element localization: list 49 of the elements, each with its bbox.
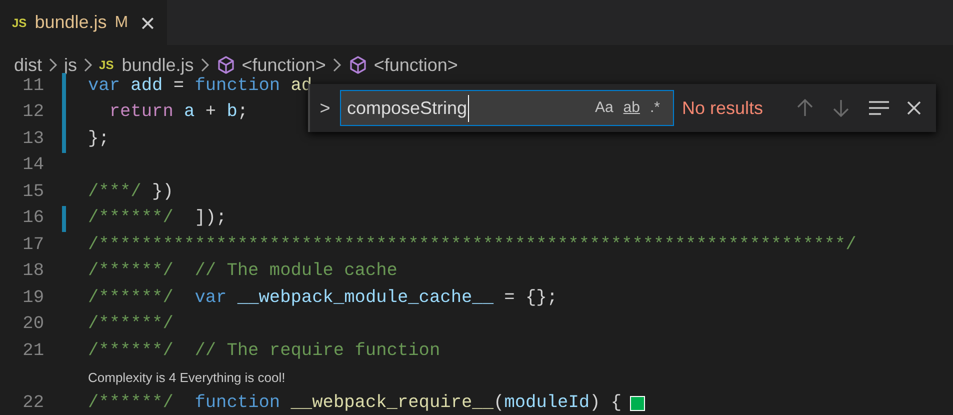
code-line: return a + b; — [108, 101, 248, 124]
find-option-button[interactable]: Aa — [590, 96, 618, 120]
line-number: 21 — [22, 340, 44, 363]
code-line: /******/ — [88, 313, 174, 336]
find-option-button[interactable]: ab — [618, 96, 645, 120]
code-line: /******/ // The require function — [88, 340, 440, 363]
tab-label: bundle.js — [34, 11, 107, 34]
find-input[interactable]: composeString Aa ab .* — [340, 90, 674, 126]
chevron-icon — [48, 58, 58, 72]
codelens-text[interactable]: Complexity is 4 Everything is cool! — [88, 368, 286, 388]
code-line: /******/ function __webpack_require__(moduleId) { — [88, 392, 622, 415]
line-number: 18 — [22, 260, 44, 284]
editor-tab[interactable]: JS bundle.js M × — [0, 0, 168, 45]
line-number: 19 — [22, 286, 44, 310]
line-number: 22 — [22, 392, 44, 415]
line-number: 14 — [22, 154, 44, 178]
close-button[interactable]: × — [140, 10, 156, 36]
code-line: /******/ // The module cache — [88, 260, 398, 284]
chevron-icon — [332, 58, 342, 72]
chevron-icon — [83, 58, 94, 72]
breadcrumb-item[interactable]: bundle.js — [122, 52, 194, 78]
toggle-replace-button[interactable]: > — [310, 94, 340, 122]
code-line: /******/ ]); — [88, 207, 227, 230]
arrow-down-icon[interactable] — [832, 98, 850, 118]
code-line: /***/ }) — [88, 180, 174, 204]
js-file-icon: JS — [99, 56, 114, 74]
line-number: 20 — [22, 313, 44, 336]
cube-icon — [348, 55, 368, 75]
line-number: 17 — [22, 234, 44, 257]
line-number: 16 — [22, 207, 44, 230]
modified-status: M — [114, 12, 128, 32]
code-line: }; — [88, 128, 110, 151]
lines-icon[interactable] — [868, 100, 890, 116]
find-input-value: composeString — [347, 94, 470, 122]
cube-icon — [216, 55, 236, 75]
chevron-icon — [200, 58, 210, 72]
breadcrumb-item[interactable]: <function> — [242, 52, 326, 78]
line-number: 13 — [22, 128, 44, 151]
arrow-up-icon[interactable] — [796, 98, 814, 118]
code-line: /******/ var __webpack_module_cache__ = {}; — [88, 286, 558, 310]
line-number: 12 — [22, 101, 44, 124]
line-number: 15 — [22, 180, 44, 204]
find-option-button[interactable]: .* — [644, 96, 665, 120]
breadcrumb-item[interactable]: <function> — [374, 52, 458, 78]
breadcrumb-item[interactable]: js — [64, 52, 78, 78]
find-status: No results — [682, 96, 764, 120]
code-line: /**********************************************************************/ — [88, 234, 856, 257]
close-icon[interactable] — [906, 100, 922, 116]
js-file-icon: JS — [12, 14, 27, 32]
